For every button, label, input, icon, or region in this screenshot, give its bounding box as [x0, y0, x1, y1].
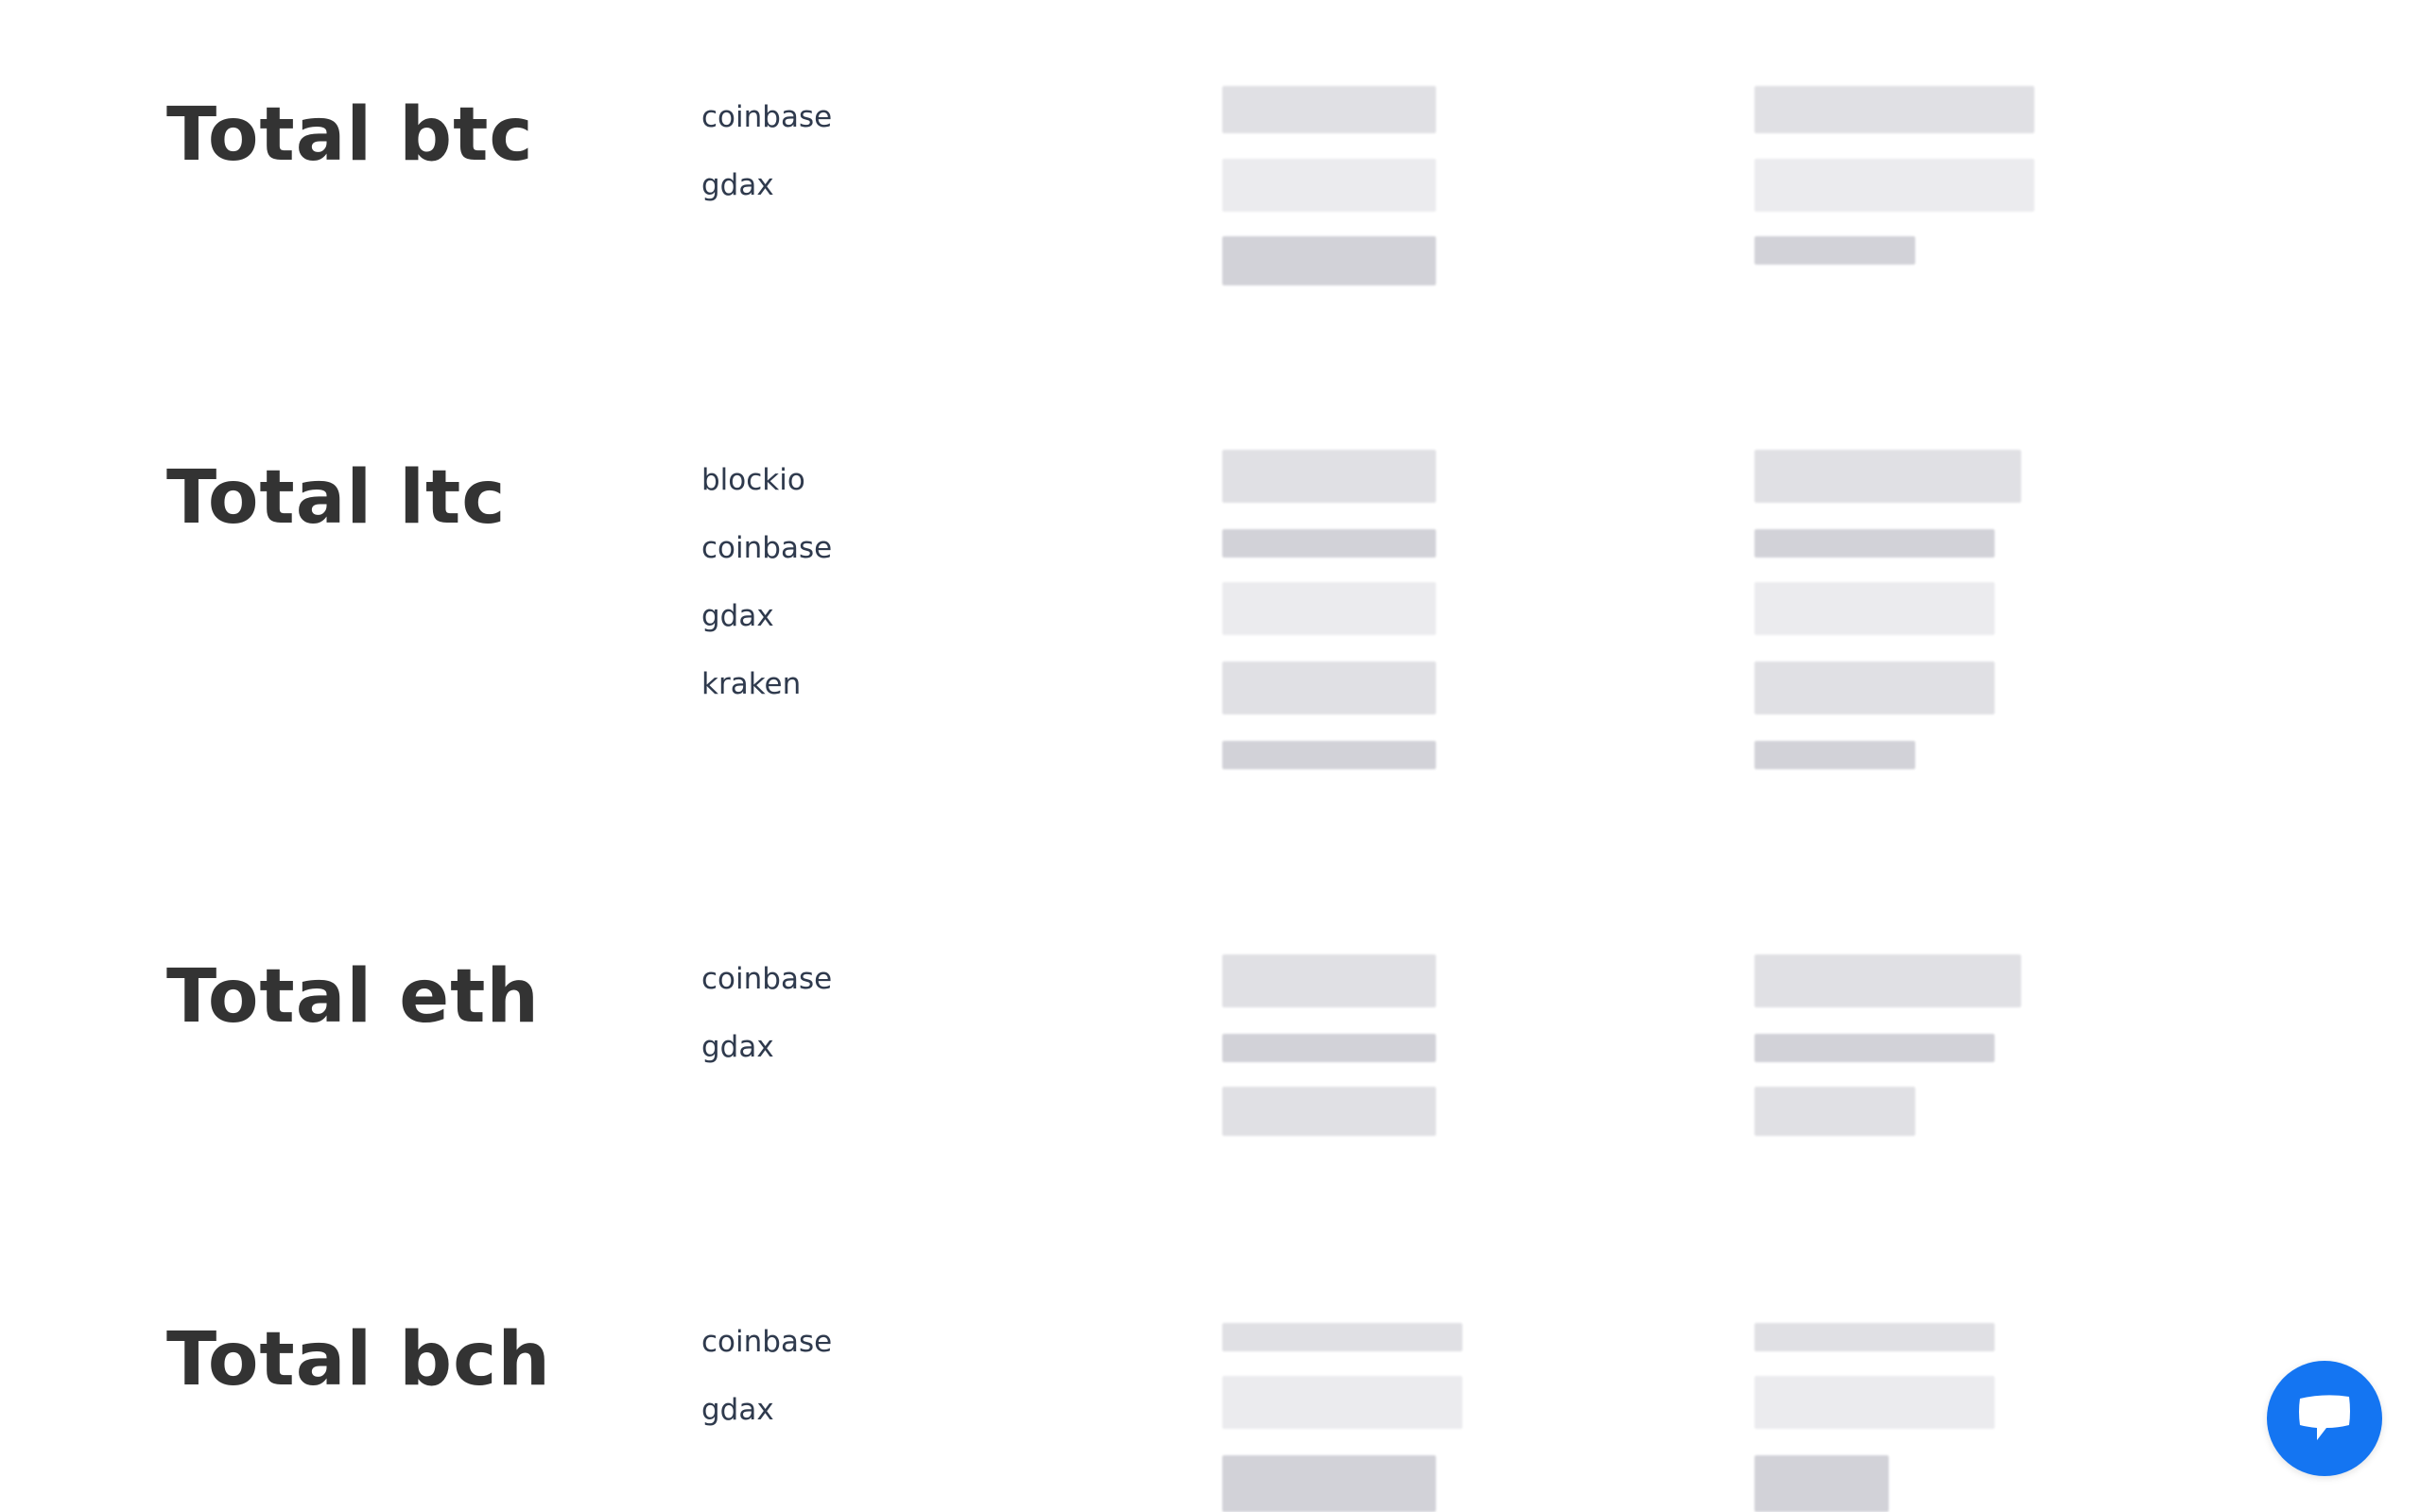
redacted-value — [1754, 1455, 1889, 1512]
redacted-value — [1222, 582, 1436, 635]
section-title: Total ltc — [166, 455, 507, 541]
section-title: Total eth — [166, 954, 540, 1040]
redacted-value — [1754, 954, 2021, 1007]
section-title: Total btc — [166, 93, 534, 178]
section-title: Total bch — [166, 1317, 551, 1402]
exchange-label-gdax: gdax — [701, 168, 774, 202]
redacted-value — [1222, 1323, 1462, 1351]
exchange-label-coinbase: coinbase — [701, 1325, 833, 1359]
redacted-value — [1222, 662, 1436, 714]
redacted-value — [1222, 236, 1436, 285]
redacted-value — [1222, 1087, 1436, 1136]
redacted-value — [1222, 741, 1436, 769]
redacted-value — [1754, 1376, 1995, 1429]
redacted-value — [1222, 954, 1436, 1007]
exchange-label-coinbase: coinbase — [701, 100, 833, 134]
redacted-value — [1754, 1323, 1995, 1351]
redacted-value — [1754, 450, 2021, 503]
redacted-value — [1222, 159, 1436, 212]
redacted-value — [1754, 159, 2034, 212]
redacted-value — [1754, 1034, 1995, 1062]
redacted-value — [1754, 741, 1915, 769]
redacted-value — [1222, 450, 1436, 503]
redacted-value — [1222, 529, 1436, 558]
redacted-value — [1222, 1376, 1462, 1429]
exchange-label-coinbase: coinbase — [701, 531, 833, 565]
redacted-value — [1754, 529, 1995, 558]
redacted-value — [1754, 86, 2034, 133]
exchange-label-kraken: kraken — [701, 667, 802, 701]
exchange-label-gdax: gdax — [701, 1030, 774, 1064]
chat-button[interactable] — [2267, 1361, 2382, 1476]
redacted-value — [1754, 582, 1995, 635]
chat-bubble-icon — [2299, 1395, 2350, 1440]
redacted-value — [1754, 236, 1915, 265]
redacted-value — [1222, 1034, 1436, 1062]
exchange-label-coinbase: coinbase — [701, 962, 833, 996]
redacted-value — [1222, 1455, 1436, 1512]
exchange-label-gdax: gdax — [701, 599, 774, 633]
redacted-value — [1754, 1087, 1915, 1136]
redacted-value — [1754, 662, 1995, 714]
exchange-label-gdax: gdax — [701, 1393, 774, 1427]
redacted-value — [1222, 86, 1436, 133]
exchange-label-blockio: blockio — [701, 463, 805, 497]
